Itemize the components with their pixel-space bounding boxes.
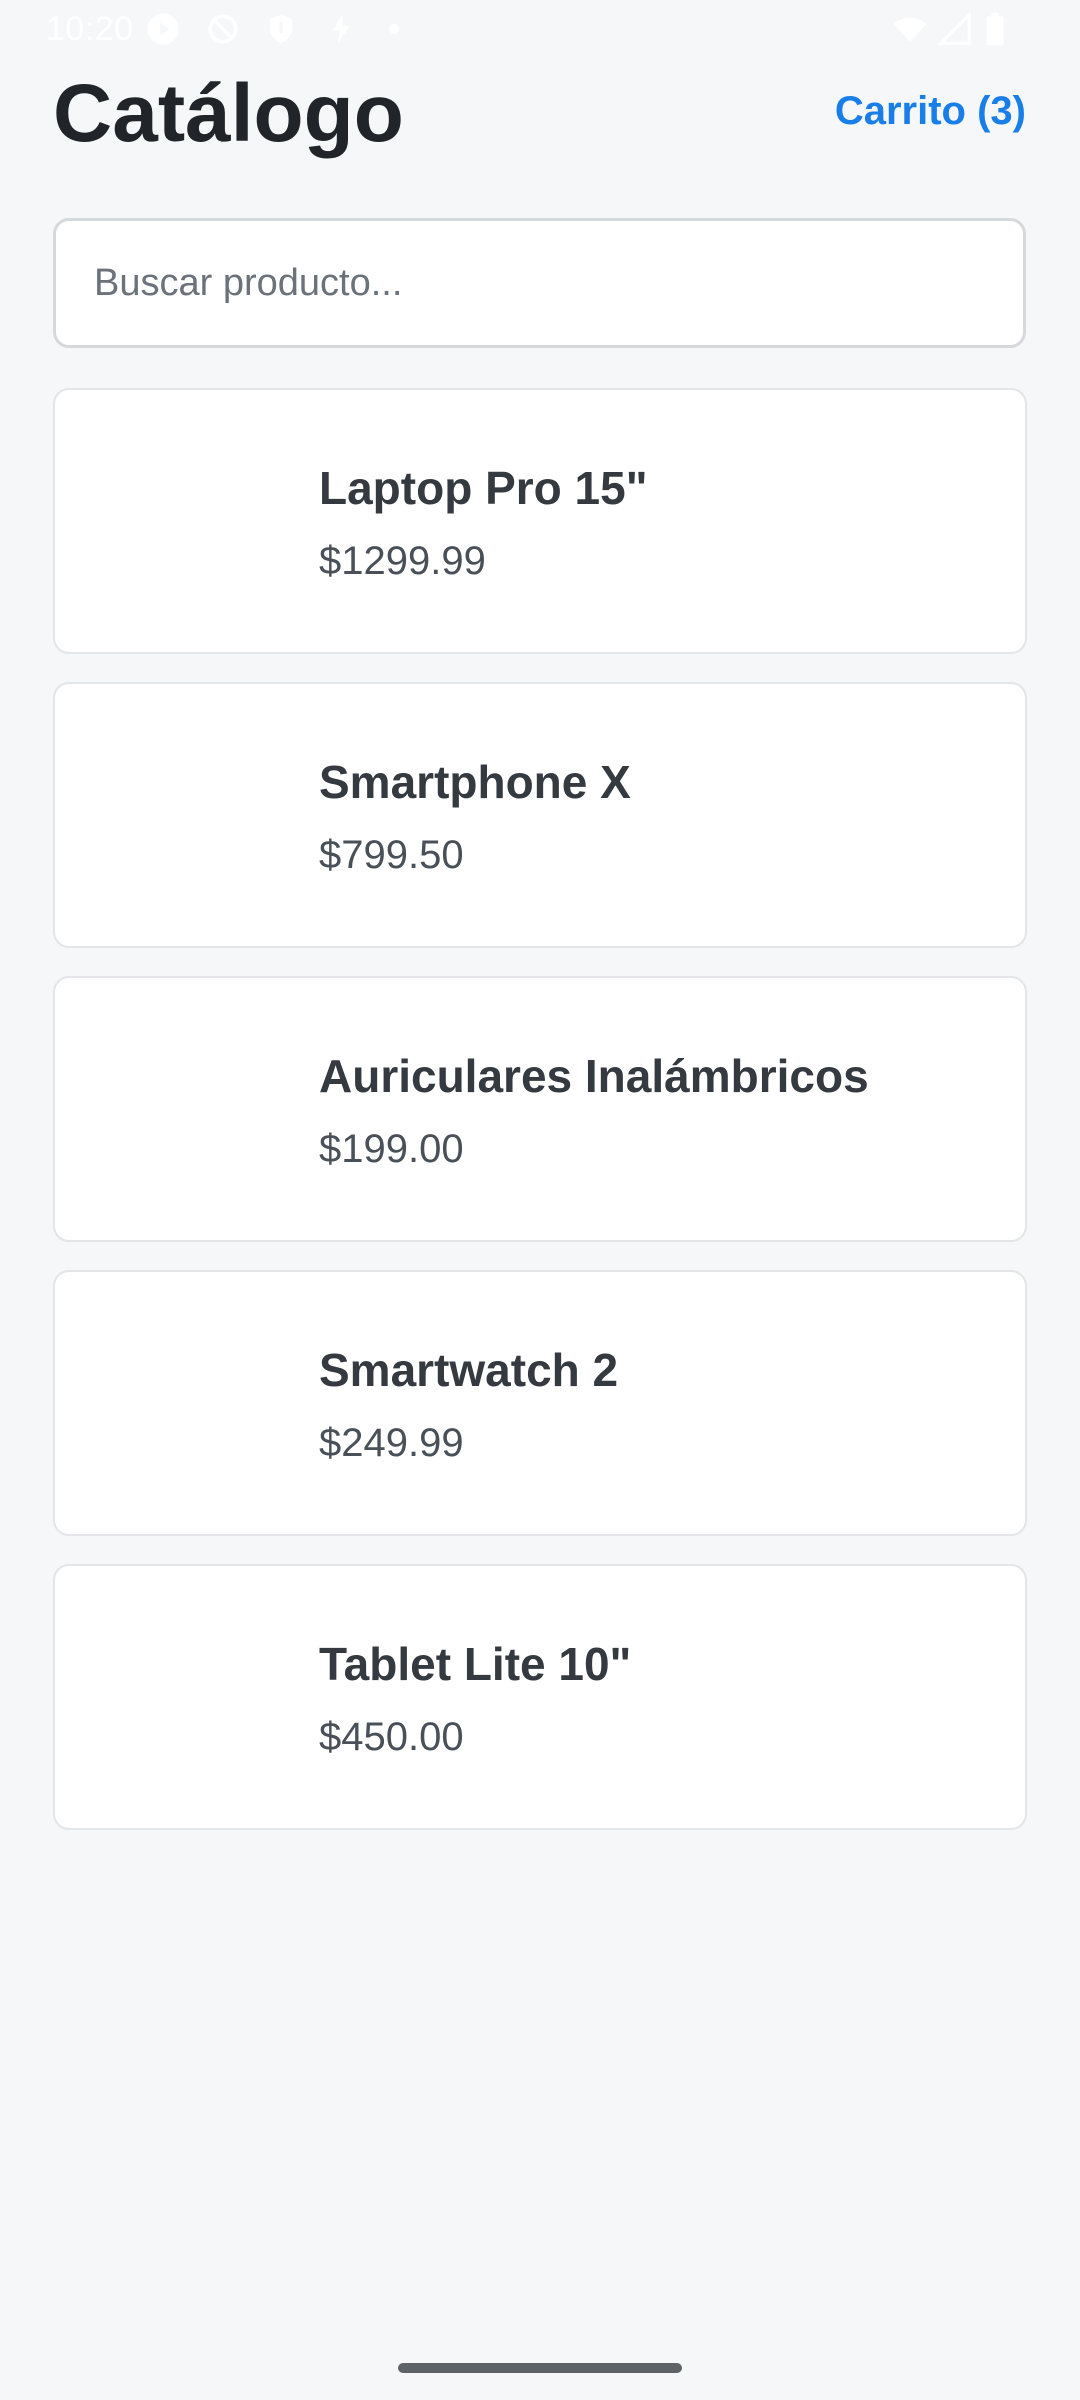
do-not-disturb-icon xyxy=(206,12,240,46)
product-name: Smartphone X xyxy=(319,756,631,808)
product-image xyxy=(95,724,281,910)
play-icon xyxy=(146,12,180,46)
product-card[interactable]: Smartwatch 2 $249.99 xyxy=(53,1270,1027,1536)
charging-icon xyxy=(324,12,358,46)
product-price: $450.00 xyxy=(319,1715,464,1759)
dot-icon xyxy=(384,12,404,46)
home-indicator[interactable] xyxy=(398,2363,682,2373)
product-name: Smartwatch 2 xyxy=(319,1344,619,1396)
product-card[interactable]: Smartphone X $799.50 xyxy=(53,682,1027,948)
product-list: Laptop Pro 15" $1299.99 Smartphone X $79… xyxy=(53,388,1027,1858)
product-image xyxy=(95,1018,281,1204)
product-card[interactable]: Auriculares Inalámbricos $199.00 xyxy=(53,976,1027,1242)
status-bar: 10:20 xyxy=(0,0,1080,58)
product-price: $1299.99 xyxy=(319,539,486,583)
product-price: $799.50 xyxy=(319,833,464,877)
product-image xyxy=(95,1312,281,1498)
product-price: $199.00 xyxy=(319,1127,464,1171)
signal-icon xyxy=(938,12,972,46)
product-name: Laptop Pro 15" xyxy=(319,462,648,514)
page-title: Catálogo xyxy=(53,68,404,159)
product-card[interactable]: Laptop Pro 15" $1299.99 xyxy=(53,388,1027,654)
product-image xyxy=(95,430,281,616)
product-name: Tablet Lite 10" xyxy=(319,1638,632,1690)
product-image xyxy=(95,1606,281,1792)
wifi-icon xyxy=(890,12,930,46)
product-name: Auriculares Inalámbricos xyxy=(319,1050,869,1102)
product-price: $249.99 xyxy=(319,1421,464,1465)
shield-icon xyxy=(264,12,298,46)
search-input[interactable] xyxy=(53,218,1026,348)
cart-button[interactable]: Carrito (3) xyxy=(835,86,1026,136)
product-card[interactable]: Tablet Lite 10" $450.00 xyxy=(53,1564,1027,1830)
status-time: 10:20 xyxy=(46,10,134,48)
battery-icon xyxy=(982,12,1008,46)
